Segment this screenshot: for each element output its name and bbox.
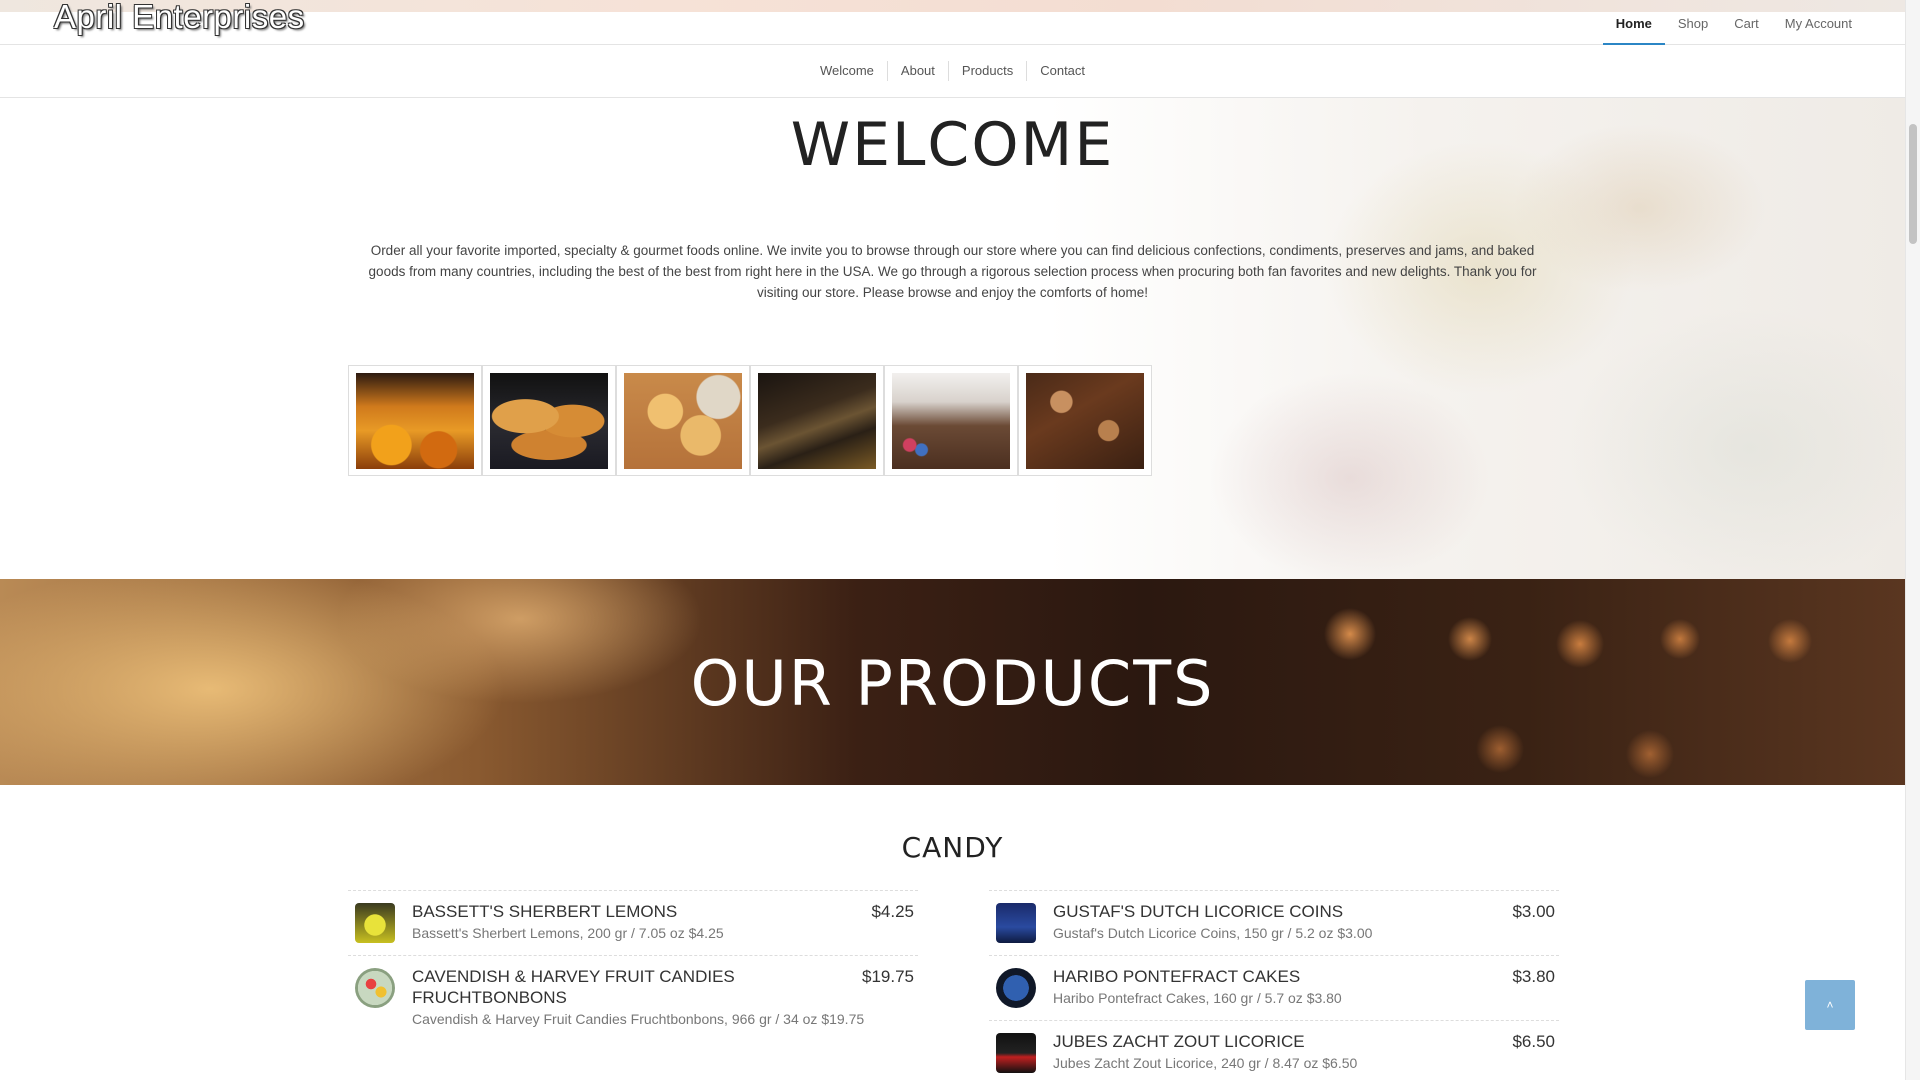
product-row[interactable]: HARIBO PONTEFRACT CAKES Haribo Pontefrac… — [989, 955, 1559, 1020]
product-thumb-gustaf — [996, 903, 1036, 943]
product-name[interactable]: BASSETT'S SHERBERT LEMONS — [412, 901, 913, 922]
main-nav: Home Shop Cart My Account — [1602, 14, 1865, 45]
product-thumb-lemon — [355, 903, 395, 943]
product-description: Jubes Zacht Zout Licorice, 240 gr / 8.47… — [1053, 1055, 1358, 1071]
gallery-image — [624, 373, 742, 469]
candy-heading: CANDY — [901, 831, 1004, 864]
gallery-thumb-shortbread[interactable] — [616, 365, 750, 476]
image-gallery — [348, 365, 1152, 476]
candy-list-right: GUSTAF'S DUTCH LICORICE COINS Gustaf's D… — [989, 890, 1559, 1085]
product-description: Haribo Pontefract Cakes, 160 gr / 5.7 oz… — [1053, 990, 1342, 1006]
section-nav: Welcome About Products Contact — [0, 45, 1905, 98]
product-name[interactable]: HARIBO PONTEFRACT CAKES — [1053, 966, 1554, 987]
product-name[interactable]: CAVENDISH & HARVEY FRUIT CANDIES FRUCHTB… — [412, 966, 913, 1008]
product-description: Bassett's Sherbert Lemons, 200 gr / 7.05… — [412, 925, 724, 941]
gallery-thumb-cookies[interactable] — [482, 365, 616, 476]
chevron-up-icon: ˄ — [1826, 998, 1834, 1012]
gallery-image — [1026, 373, 1144, 469]
product-thumb-haribo — [996, 968, 1036, 1008]
gallery-thumb-chocolate-bar[interactable] — [750, 365, 884, 476]
product-description: Cavendish & Harvey Fruit Candies Fruchtb… — [412, 1011, 865, 1027]
gallery-image — [356, 373, 474, 469]
product-description: Gustaf's Dutch Licorice Coins, 150 gr / … — [1053, 925, 1373, 941]
nav-my-account[interactable]: My Account — [1772, 14, 1865, 45]
gallery-thumb-preserves[interactable] — [348, 365, 482, 476]
product-thumb-cavendish — [355, 968, 395, 1008]
product-price: $6.50 — [1512, 1032, 1555, 1051]
scrollbar[interactable] — [1905, 0, 1920, 1080]
product-price: $3.80 — [1512, 967, 1555, 986]
products-banner: OUR PRODUCTS — [0, 579, 1905, 785]
gallery-image — [892, 373, 1010, 469]
gallery-image — [758, 373, 876, 469]
products-title: OUR PRODUCTS — [690, 647, 1215, 720]
product-thumb-jubes — [996, 1033, 1036, 1073]
gallery-thumb-chocolate-candies[interactable] — [884, 365, 1018, 476]
site-header: April Enterprises Home Shop Cart My Acco… — [0, 0, 1905, 45]
welcome-intro: Order all your favorite imported, specia… — [368, 243, 1537, 300]
nav-cart[interactable]: Cart — [1721, 14, 1772, 45]
section-nav-products[interactable]: Products — [947, 61, 1026, 81]
product-row[interactable]: CAVENDISH & HARVEY FRUIT CANDIES FRUCHTB… — [348, 955, 918, 1040]
welcome-section: WELCOME Order all your favorite imported… — [0, 98, 1905, 579]
product-price: $3.00 — [1512, 902, 1555, 921]
scrollbar-thumb[interactable] — [1909, 124, 1917, 244]
gallery-image — [490, 373, 608, 469]
welcome-title: WELCOME — [790, 110, 1115, 180]
product-row[interactable]: BASSETT'S SHERBERT LEMONS Bassett's Sher… — [348, 890, 918, 955]
section-nav-contact[interactable]: Contact — [1026, 61, 1098, 81]
scroll-to-top-button[interactable]: ˄ — [1805, 980, 1855, 1030]
nav-home[interactable]: Home — [1602, 14, 1665, 45]
product-price: $19.75 — [862, 967, 914, 986]
section-nav-about[interactable]: About — [886, 61, 948, 81]
nav-shop[interactable]: Shop — [1665, 14, 1721, 45]
candy-list-left: BASSETT'S SHERBERT LEMONS Bassett's Sher… — [348, 890, 918, 1040]
product-name[interactable]: GUSTAF'S DUTCH LICORICE COINS — [1053, 901, 1554, 922]
product-name[interactable]: JUBES ZACHT ZOUT LICORICE — [1053, 1031, 1554, 1052]
site-logo[interactable]: April Enterprises — [54, 0, 305, 36]
product-price: $4.25 — [871, 902, 914, 921]
gallery-thumb-chocolate-bark[interactable] — [1018, 365, 1152, 476]
section-nav-welcome[interactable]: Welcome — [807, 61, 887, 81]
product-row[interactable]: JUBES ZACHT ZOUT LICORICE Jubes Zacht Zo… — [989, 1020, 1559, 1085]
product-row[interactable]: GUSTAF'S DUTCH LICORICE COINS Gustaf's D… — [989, 890, 1559, 955]
